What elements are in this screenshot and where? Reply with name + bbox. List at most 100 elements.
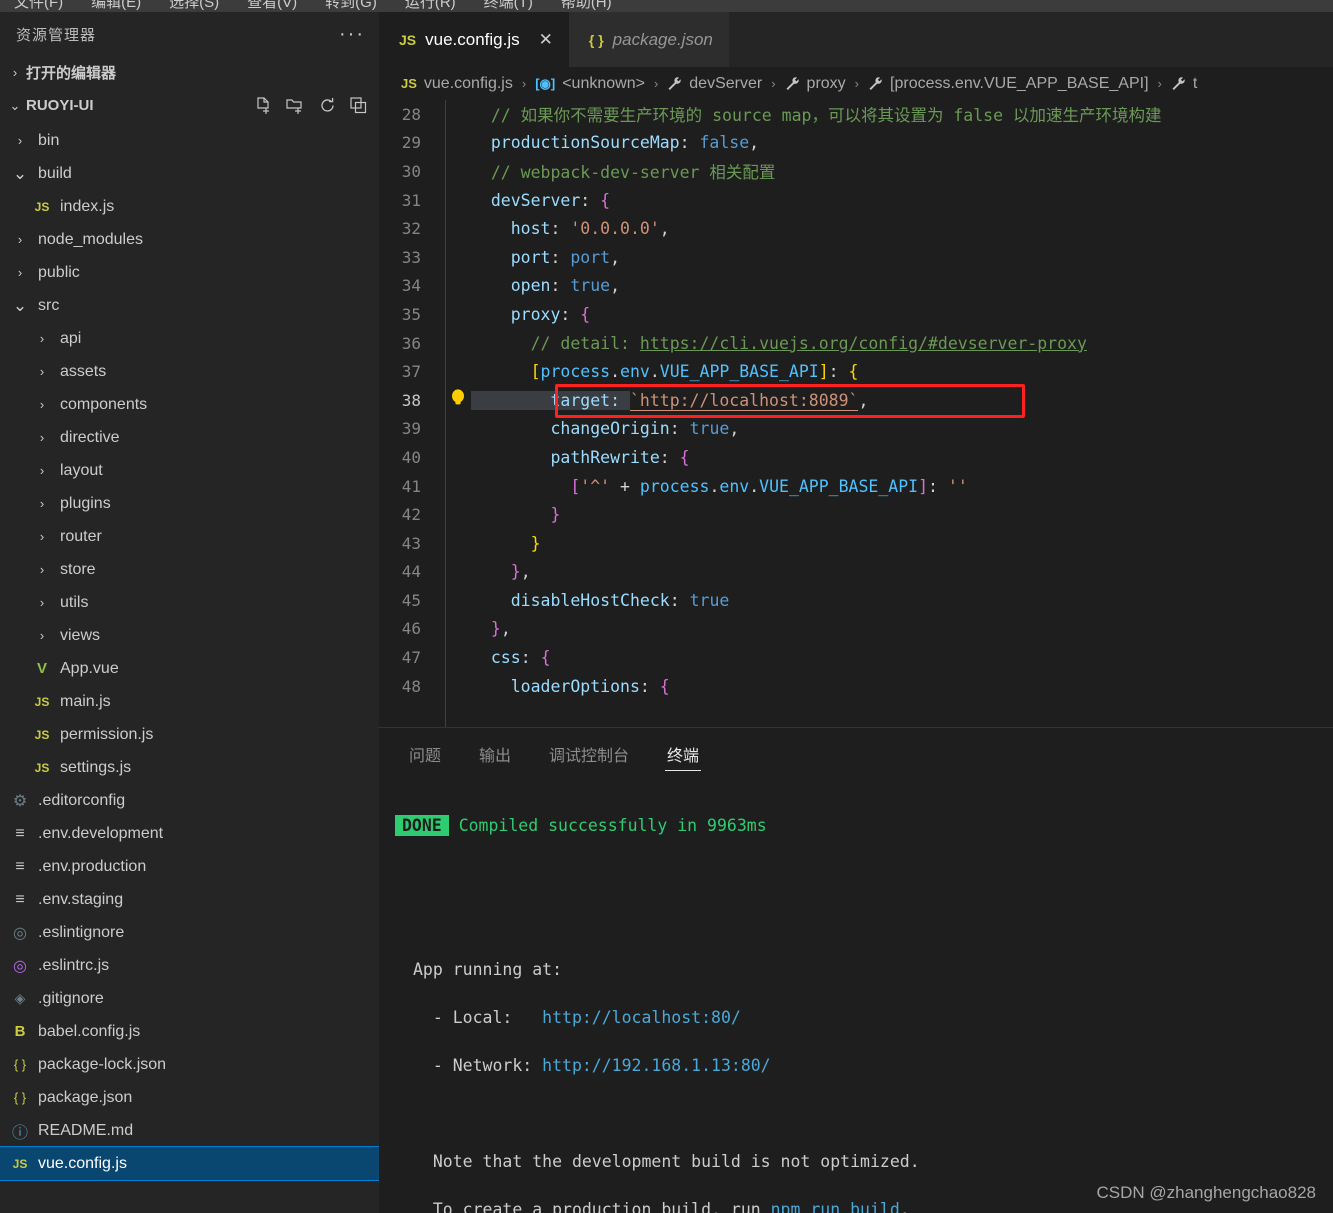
code-line-42[interactable]: 42 } — [379, 500, 1333, 529]
menu-item-view[interactable]: 查看(V) — [233, 0, 311, 10]
menu-item-select[interactable]: 选择(S) — [155, 0, 233, 10]
tree-item-env-development[interactable]: ≡ .env.development — [0, 817, 379, 850]
refresh-icon[interactable] — [319, 97, 336, 114]
menu-item-run[interactable]: 运行(R) — [391, 0, 470, 10]
code-line-35[interactable]: 35 proxy: { — [379, 300, 1333, 329]
tree-item-label: package.json — [38, 1088, 133, 1106]
tree-item-label: .editorconfig — [38, 791, 126, 809]
new-folder-icon[interactable] — [286, 97, 305, 115]
code-line-33[interactable]: 33 port: port, — [379, 243, 1333, 272]
breadcrumb-item-devserver[interactable]: devServer — [667, 75, 762, 93]
code-line-40[interactable]: 40 pathRewrite: { — [379, 443, 1333, 472]
breadcrumb-item-process-env-vue-app-base-api[interactable]: [process.env.VUE_APP_BASE_API] — [868, 75, 1149, 93]
new-file-icon[interactable] — [255, 96, 272, 115]
collapse-all-icon[interactable] — [350, 97, 367, 114]
code-editor[interactable]: 28 // 如果你不需要生产环境的 source map，可以将其设置为 fal… — [379, 100, 1333, 727]
menu-item-file[interactable]: 文件(F) — [0, 0, 77, 10]
tree-item-utils[interactable]: › utils — [0, 586, 379, 619]
tree-item-directive[interactable]: › directive — [0, 421, 379, 454]
tree-item-label: .env.production — [38, 857, 147, 875]
tree-item-label: .eslintignore — [38, 923, 125, 941]
tree-item-components[interactable]: › components — [0, 388, 379, 421]
tree-item-eslintignore[interactable]: ◎ .eslintignore — [0, 916, 379, 949]
tree-item-layout[interactable]: › layout — [0, 454, 379, 487]
tree-item-store[interactable]: › store — [0, 553, 379, 586]
tree-item-readme-md[interactable]: ⓘ README.md — [0, 1114, 379, 1147]
panel-tab-debug-console[interactable]: 调试控制台 — [547, 728, 631, 780]
file-tree[interactable]: › bin ⌄ build JS index.js › node_modules › public… — [0, 122, 379, 1181]
tree-item-assets[interactable]: › assets — [0, 355, 379, 388]
tree-item-index-js[interactable]: JS index.js — [0, 190, 379, 223]
tree-item-editorconfig[interactable]: ⚙ .editorconfig — [0, 784, 379, 817]
tree-item-app-vue[interactable]: V App.vue — [0, 652, 379, 685]
breadcrumb-item-unknown[interactable]: [◉] <unknown> — [535, 75, 645, 93]
code-line-text: productionSourceMap: false, — [490, 133, 760, 153]
code-line-44[interactable]: 44 }, — [379, 558, 1333, 587]
more-actions-icon[interactable]: ··· — [339, 24, 365, 44]
code-line-45[interactable]: 45 disableHostCheck: true — [379, 586, 1333, 615]
editor-tab-bar[interactable]: JS vue.config.js ✕ { } package.json — [379, 12, 1333, 67]
tree-item-eslintrc-js[interactable]: ◎ .eslintrc.js — [0, 949, 379, 982]
code-line-text: changeOrigin: true, — [550, 419, 740, 439]
tree-item-gitignore[interactable]: ◈ .gitignore — [0, 982, 379, 1015]
panel-tab-terminal[interactable]: 终端 — [665, 728, 702, 780]
breadcrumb-item-proxy[interactable]: proxy — [785, 75, 846, 93]
tree-item-package-lock-json[interactable]: { } package-lock.json — [0, 1048, 379, 1081]
code-line-31[interactable]: 31 devServer: { — [379, 186, 1333, 215]
code-line-47[interactable]: 47 css: { — [379, 643, 1333, 672]
breadcrumb-item-t[interactable]: t — [1171, 75, 1197, 93]
menu-bar[interactable]: 文件(F) 编辑(E) 选择(S) 查看(V) 转到(G) 运行(R) 终端(T… — [0, 0, 1333, 12]
close-icon[interactable]: ✕ — [539, 30, 553, 50]
tree-item-bin[interactable]: › bin — [0, 124, 379, 157]
tree-item-plugins[interactable]: › plugins — [0, 487, 379, 520]
tree-item-babel-config-js[interactable]: Bbabel.config.js — [0, 1015, 379, 1048]
tree-item-src[interactable]: ⌄ src — [0, 289, 379, 322]
tree-item-main-js[interactable]: JS main.js — [0, 685, 379, 718]
tree-item-router[interactable]: › router — [0, 520, 379, 553]
tab-package-json[interactable]: { } package.json — [568, 12, 729, 67]
panel-tab-bar[interactable]: 问题 输出 调试控制台 终端 — [379, 728, 1333, 780]
tree-item-node-modules[interactable]: › node_modules — [0, 223, 379, 256]
tree-item-env-production[interactable]: ≡ .env.production — [0, 850, 379, 883]
section-open-editors[interactable]: › 打开的编辑器 — [0, 56, 379, 89]
code-line-41[interactable]: 41 ['^' + process.env.VUE_APP_BASE_API]:… — [379, 472, 1333, 501]
tree-item-permission-js[interactable]: JS permission.js — [0, 718, 379, 751]
tree-item-vue-config-js[interactable]: JS vue.config.js — [0, 1146, 379, 1181]
code-line-48[interactable]: 48 loaderOptions: { — [379, 672, 1333, 701]
js-file-icon: JS — [34, 199, 50, 214]
tree-item-api[interactable]: › api — [0, 322, 379, 355]
code-line-28[interactable]: 28 // 如果你不需要生产环境的 source map，可以将其设置为 fal… — [379, 100, 1333, 129]
breadcrumb[interactable]: JS vue.config.js › [◉] <unknown> › devServer › p… — [379, 67, 1333, 100]
terminal-output[interactable]: DONE Compiled successfully in 9963ms App… — [379, 780, 1333, 1213]
panel-tab-problems[interactable]: 问题 — [407, 728, 443, 780]
code-line-46[interactable]: 46 }, — [379, 615, 1333, 644]
code-line-43[interactable]: 43 } — [379, 529, 1333, 558]
code-line-37[interactable]: 37 [process.env.VUE_APP_BASE_API]: { — [379, 357, 1333, 386]
tree-item-public[interactable]: › public — [0, 256, 379, 289]
lightbulb-icon[interactable] — [445, 388, 471, 412]
code-line-32[interactable]: 32 host: '0.0.0.0', — [379, 214, 1333, 243]
code-line-29[interactable]: 29 productionSourceMap: false, — [379, 129, 1333, 158]
tree-item-env-staging[interactable]: ≡ .env.staging — [0, 883, 379, 916]
tree-item-package-json[interactable]: { } package.json — [0, 1081, 379, 1114]
network-url[interactable]: http://192.168.1.13:80/ — [542, 1056, 770, 1075]
menu-item-goto[interactable]: 转到(G) — [311, 0, 391, 10]
tree-item-views[interactable]: › views — [0, 619, 379, 652]
menu-item-edit[interactable]: 编辑(E) — [77, 0, 155, 10]
tree-item-build[interactable]: ⌄ build — [0, 157, 379, 190]
code-line-36[interactable]: 36 // detail: https://cli.vuejs.org/conf… — [379, 329, 1333, 358]
tree-item-label: src — [38, 296, 60, 314]
code-line-38[interactable]: 38 target: `http://localhost:8089`, — [379, 386, 1333, 415]
code-line-34[interactable]: 34 open: true, — [379, 272, 1333, 301]
code-line-30[interactable]: 30 // webpack-dev-server 相关配置 — [379, 157, 1333, 186]
breadcrumb-item-vue-config-js[interactable]: JS vue.config.js — [401, 75, 513, 93]
tab-vue-config-js[interactable]: JS vue.config.js ✕ — [379, 12, 569, 67]
panel-tab-output[interactable]: 输出 — [477, 728, 513, 780]
section-workspace-root[interactable]: ⌄ RUOYI-UI — [0, 89, 379, 122]
local-url[interactable]: http://localhost:80/ — [542, 1008, 741, 1027]
menu-item-terminal[interactable]: 终端(T) — [470, 0, 547, 10]
explorer-header: 资源管理器 ··· — [0, 12, 379, 56]
tree-item-settings-js[interactable]: JS settings.js — [0, 751, 379, 784]
code-line-39[interactable]: 39 changeOrigin: true, — [379, 415, 1333, 444]
menu-item-help[interactable]: 帮助(H) — [547, 0, 626, 10]
